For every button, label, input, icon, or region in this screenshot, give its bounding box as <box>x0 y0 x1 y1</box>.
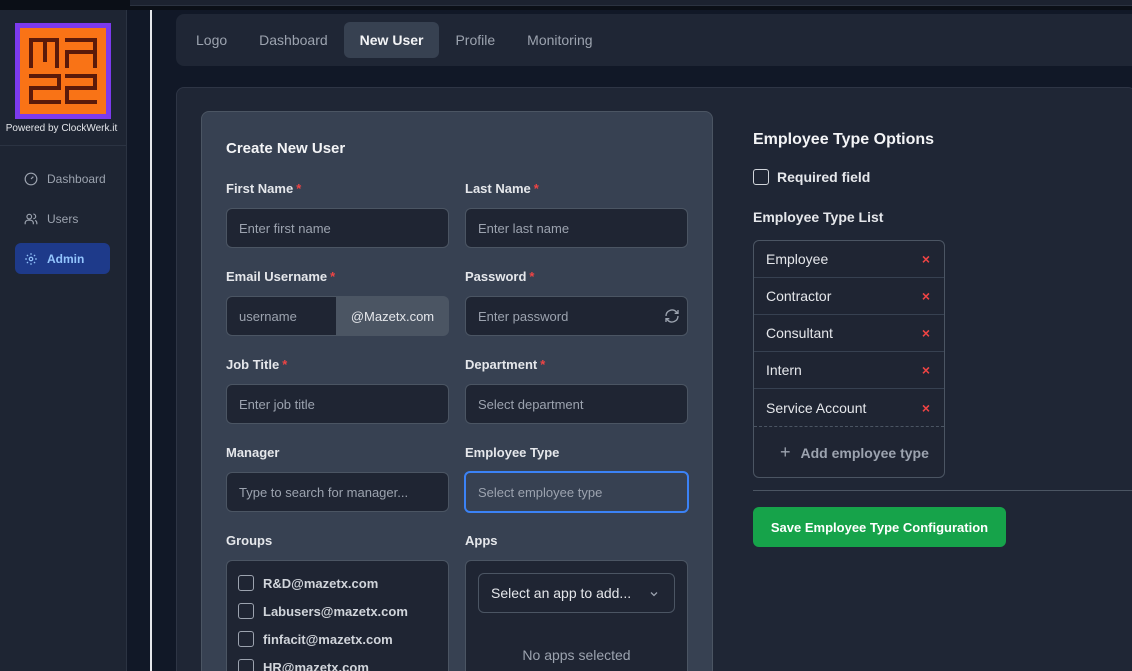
employee-type-label: Employee Type <box>465 445 560 460</box>
add-employee-type-button[interactable]: + Add employee type <box>754 426 944 477</box>
manager-search-input[interactable]: Type to search for manager... <box>226 472 449 512</box>
group-item[interactable]: HR@mazetx.com <box>238 659 369 671</box>
remove-icon[interactable]: × <box>922 400 930 416</box>
sidebar-item-label: Admin <box>47 251 85 266</box>
app-select-label: Select an app to add... <box>491 585 632 601</box>
password-label: Password * <box>465 269 535 284</box>
chevron-down-icon <box>648 587 660 599</box>
remove-icon[interactable]: × <box>922 288 930 304</box>
tab-profile[interactable]: Profile <box>439 22 511 58</box>
gauge-icon <box>24 172 38 186</box>
sidebar-nav: Dashboard Users Admin <box>15 163 110 283</box>
sidebar-item-label: Users <box>47 211 79 226</box>
group-item[interactable]: finfacit@mazetx.com <box>238 631 393 647</box>
refresh-icon[interactable] <box>664 308 680 324</box>
list-item: Intern × <box>754 352 944 389</box>
checkbox[interactable] <box>238 603 254 619</box>
sidebar-item-users[interactable]: Users <box>15 203 110 234</box>
apps-label: Apps <box>465 533 498 548</box>
divider <box>150 10 152 671</box>
form-title: Create New User <box>226 140 346 157</box>
list-item: Service Account × <box>766 399 930 416</box>
last-name-input[interactable]: Enter last name <box>465 208 688 248</box>
group-item[interactable]: R&D@mazetx.com <box>238 575 378 591</box>
sidebar-item-label: Dashboard <box>47 171 106 186</box>
remove-icon[interactable]: × <box>922 251 930 267</box>
no-apps-text: No apps selected <box>522 647 631 663</box>
tab-new-user[interactable]: New User <box>343 22 440 58</box>
remove-icon[interactable]: × <box>922 325 930 341</box>
tab-dashboard[interactable]: Dashboard <box>243 22 344 58</box>
tab-monitoring[interactable]: Monitoring <box>511 22 608 58</box>
group-item[interactable]: Labusers@mazetx.com <box>238 603 408 619</box>
plus-icon: + <box>780 442 791 462</box>
list-item: Employee × <box>754 241 944 278</box>
users-icon <box>24 212 38 226</box>
employee-type-list: Employee × Contractor × Consultant × Intern… <box>753 240 945 478</box>
logo-area: Powered by ClockWerk.it <box>0 10 126 146</box>
save-configuration-button[interactable]: Save Employee Type Configuration <box>753 507 1006 547</box>
checkbox[interactable] <box>238 631 254 647</box>
gear-icon <box>24 252 38 266</box>
list-item: Consultant × <box>754 315 944 352</box>
first-name-label: First Name * <box>226 181 302 196</box>
checkbox[interactable] <box>238 575 254 591</box>
email-username-input[interactable]: username <box>226 296 338 336</box>
remove-icon[interactable]: × <box>922 362 930 378</box>
type-list-label: Employee Type List <box>753 209 884 225</box>
last-name-label: Last Name * <box>465 181 539 196</box>
tab-bar: Logo Dashboard New User Profile Monitori… <box>176 14 1132 66</box>
job-title-input[interactable]: Enter job title <box>226 384 449 424</box>
required-field-toggle[interactable]: Required field <box>753 169 870 185</box>
tab-logo[interactable]: Logo <box>180 22 243 58</box>
department-label: Department * <box>465 357 546 372</box>
checkbox[interactable] <box>753 169 769 185</box>
groups-label: Groups <box>226 533 273 548</box>
employee-type-select[interactable]: Select employee type <box>464 471 689 513</box>
maze-logo[interactable] <box>15 23 111 119</box>
email-domain-suffix: @Mazetx.com <box>336 296 449 336</box>
checkbox[interactable] <box>238 659 254 671</box>
sidebar-item-dashboard[interactable]: Dashboard <box>15 163 110 194</box>
window-top-strip <box>0 0 1132 10</box>
sidebar-item-admin[interactable]: Admin <box>15 243 110 274</box>
department-select[interactable]: Select department <box>465 384 688 424</box>
options-title: Employee Type Options <box>753 131 935 148</box>
list-item: Contractor × <box>754 278 944 315</box>
password-input[interactable]: Enter password <box>465 296 688 336</box>
powered-by-text: Powered by ClockWerk.it <box>5 123 118 134</box>
sidebar: Powered by ClockWerk.it Dashboard Users … <box>0 10 127 671</box>
first-name-input[interactable]: Enter first name <box>226 208 449 248</box>
email-label: Email Username * <box>226 269 336 284</box>
manager-label: Manager <box>226 445 280 460</box>
job-title-label: Job Title * <box>226 357 288 372</box>
app-select[interactable]: Select an app to add... <box>478 573 675 613</box>
divider <box>753 490 1132 491</box>
